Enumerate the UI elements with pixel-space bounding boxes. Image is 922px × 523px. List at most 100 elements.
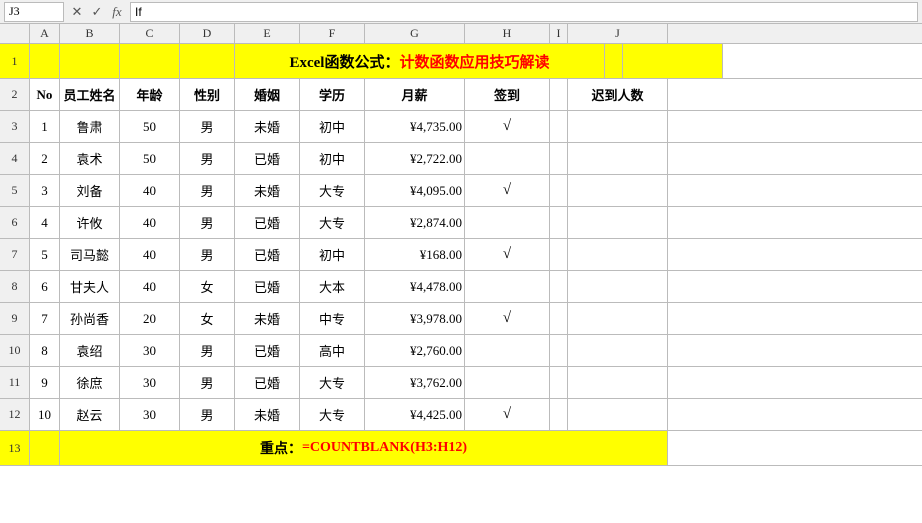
cell-title-merged[interactable]: Excel函数公式：计数函数应用技巧解读 xyxy=(235,44,605,78)
cell-D2[interactable]: 性别 xyxy=(180,79,235,110)
cell-A9[interactable]: 7 xyxy=(30,303,60,334)
cell-J4[interactable] xyxy=(568,143,668,174)
cell-F11[interactable]: 大专 xyxy=(300,367,365,398)
cell-A2[interactable]: No xyxy=(30,79,60,110)
cell-C2[interactable]: 年龄 xyxy=(120,79,180,110)
cell-I11[interactable] xyxy=(550,367,568,398)
cell-E7[interactable]: 已婚 xyxy=(235,239,300,270)
cell-I9[interactable] xyxy=(550,303,568,334)
cell-C10[interactable]: 30 xyxy=(120,335,180,366)
cell-A10[interactable]: 8 xyxy=(30,335,60,366)
cell-J2[interactable]: 迟到人数 xyxy=(568,79,668,110)
cell-J10[interactable] xyxy=(568,335,668,366)
cell-note-merged[interactable]: 重点： =COUNTBLANK(H3:H12) xyxy=(60,431,668,465)
cell-I12[interactable] xyxy=(550,399,568,430)
cell-J6[interactable] xyxy=(568,207,668,238)
cell-A13[interactable] xyxy=(30,431,60,465)
cell-C3[interactable]: 50 xyxy=(120,111,180,142)
cell-B6[interactable]: 许攸 xyxy=(60,207,120,238)
cell-I2[interactable] xyxy=(550,79,568,110)
cell-J5[interactable] xyxy=(568,175,668,206)
cell-B5[interactable]: 刘备 xyxy=(60,175,120,206)
cell-F9[interactable]: 中专 xyxy=(300,303,365,334)
cell-A7[interactable]: 5 xyxy=(30,239,60,270)
cell-I6[interactable] xyxy=(550,207,568,238)
cell-J9[interactable] xyxy=(568,303,668,334)
cell-H2[interactable]: 签到 xyxy=(465,79,550,110)
cell-A4[interactable]: 2 xyxy=(30,143,60,174)
cell-J1[interactable] xyxy=(623,44,723,78)
cell-B3[interactable]: 鲁肃 xyxy=(60,111,120,142)
cell-F6[interactable]: 大专 xyxy=(300,207,365,238)
cell-E2[interactable]: 婚姻 xyxy=(235,79,300,110)
cell-J11[interactable] xyxy=(568,367,668,398)
cell-F10[interactable]: 高中 xyxy=(300,335,365,366)
cell-E5[interactable]: 未婚 xyxy=(235,175,300,206)
cell-C9[interactable]: 20 xyxy=(120,303,180,334)
cell-H7[interactable]: √ xyxy=(465,239,550,270)
cell-E4[interactable]: 已婚 xyxy=(235,143,300,174)
cell-G12[interactable]: ¥4,425.00 xyxy=(365,399,465,430)
cell-I8[interactable] xyxy=(550,271,568,302)
cell-C4[interactable]: 50 xyxy=(120,143,180,174)
cell-B2[interactable]: 员工姓名 xyxy=(60,79,120,110)
cell-G5[interactable]: ¥4,095.00 xyxy=(365,175,465,206)
cell-F7[interactable]: 初中 xyxy=(300,239,365,270)
cell-C8[interactable]: 40 xyxy=(120,271,180,302)
cell-G4[interactable]: ¥2,722.00 xyxy=(365,143,465,174)
cell-D9[interactable]: 女 xyxy=(180,303,235,334)
cell-B8[interactable]: 甘夫人 xyxy=(60,271,120,302)
cell-F5[interactable]: 大专 xyxy=(300,175,365,206)
cell-I5[interactable] xyxy=(550,175,568,206)
cell-B10[interactable]: 袁绍 xyxy=(60,335,120,366)
cell-H5[interactable]: √ xyxy=(465,175,550,206)
cell-G2[interactable]: 月薪 xyxy=(365,79,465,110)
cell-F2[interactable]: 学历 xyxy=(300,79,365,110)
cell-I3[interactable] xyxy=(550,111,568,142)
cell-G11[interactable]: ¥3,762.00 xyxy=(365,367,465,398)
cell-D12[interactable]: 男 xyxy=(180,399,235,430)
cell-B11[interactable]: 徐庶 xyxy=(60,367,120,398)
cell-D6[interactable]: 男 xyxy=(180,207,235,238)
cell-H11[interactable] xyxy=(465,367,550,398)
cell-G6[interactable]: ¥2,874.00 xyxy=(365,207,465,238)
cell-D7[interactable]: 男 xyxy=(180,239,235,270)
cell-H10[interactable] xyxy=(465,335,550,366)
cell-E8[interactable]: 已婚 xyxy=(235,271,300,302)
cell-C1[interactable] xyxy=(120,44,180,78)
cell-H3[interactable]: √ xyxy=(465,111,550,142)
cell-H6[interactable] xyxy=(465,207,550,238)
cell-D5[interactable]: 男 xyxy=(180,175,235,206)
cell-J12[interactable] xyxy=(568,399,668,430)
cancel-icon[interactable]: ✕ xyxy=(68,3,86,21)
cell-A6[interactable]: 4 xyxy=(30,207,60,238)
cell-D3[interactable]: 男 xyxy=(180,111,235,142)
cell-J8[interactable] xyxy=(568,271,668,302)
cell-H8[interactable] xyxy=(465,271,550,302)
cell-B1[interactable] xyxy=(60,44,120,78)
cell-E12[interactable]: 未婚 xyxy=(235,399,300,430)
cell-B7[interactable]: 司马懿 xyxy=(60,239,120,270)
cell-E9[interactable]: 未婚 xyxy=(235,303,300,334)
cell-H4[interactable] xyxy=(465,143,550,174)
cell-G8[interactable]: ¥4,478.00 xyxy=(365,271,465,302)
formula-input[interactable] xyxy=(130,2,918,22)
cell-C12[interactable]: 30 xyxy=(120,399,180,430)
cell-A3[interactable]: 1 xyxy=(30,111,60,142)
cell-D8[interactable]: 女 xyxy=(180,271,235,302)
confirm-icon[interactable]: ✓ xyxy=(88,3,106,21)
cell-E3[interactable]: 未婚 xyxy=(235,111,300,142)
cell-D11[interactable]: 男 xyxy=(180,367,235,398)
cell-I1[interactable] xyxy=(605,44,623,78)
cell-G3[interactable]: ¥4,735.00 xyxy=(365,111,465,142)
cell-E11[interactable]: 已婚 xyxy=(235,367,300,398)
cell-F4[interactable]: 初中 xyxy=(300,143,365,174)
cell-E10[interactable]: 已婚 xyxy=(235,335,300,366)
cell-C6[interactable]: 40 xyxy=(120,207,180,238)
cell-I7[interactable] xyxy=(550,239,568,270)
cell-I4[interactable] xyxy=(550,143,568,174)
cell-A8[interactable]: 6 xyxy=(30,271,60,302)
cell-J7[interactable] xyxy=(568,239,668,270)
cell-C7[interactable]: 40 xyxy=(120,239,180,270)
cell-B12[interactable]: 赵云 xyxy=(60,399,120,430)
